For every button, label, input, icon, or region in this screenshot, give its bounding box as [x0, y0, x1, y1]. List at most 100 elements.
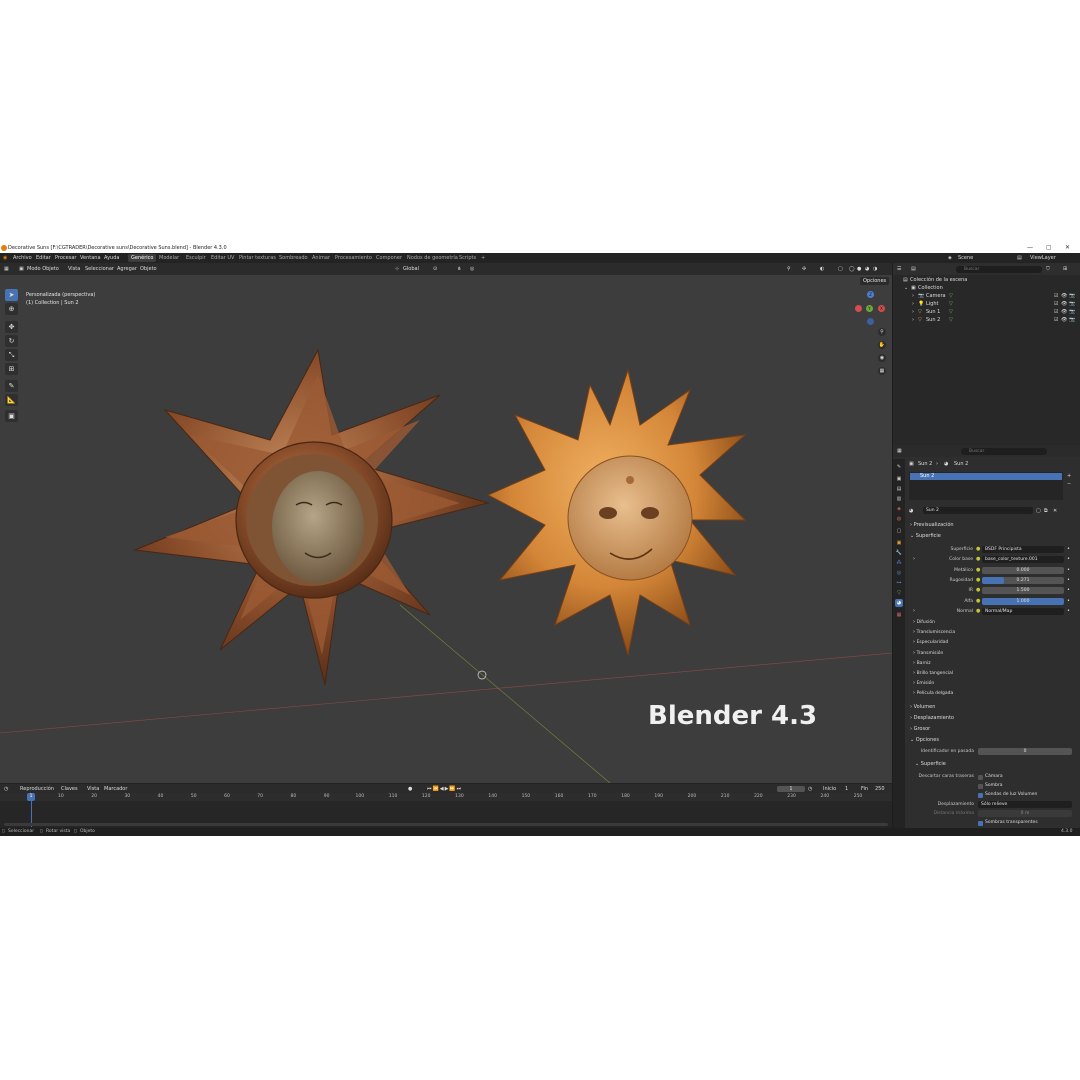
expand-object-icon[interactable]: › [912, 301, 914, 307]
menu-claves[interactable]: Claves [61, 786, 78, 792]
display-mode-icon[interactable]: ▤ [911, 266, 916, 272]
measure-tool-icon[interactable]: 📐 [5, 394, 18, 406]
workspace-tab-modelar[interactable]: Modelar [156, 254, 182, 262]
shading-wireframe-icon[interactable]: ◯ [849, 266, 855, 272]
playback-controls-icon[interactable]: ⏮⏪◀▶⏩⏭ [427, 786, 462, 792]
panel-options-surface[interactable]: ⌄ Superficie [915, 761, 1080, 767]
frame-ruler[interactable]: 1 10 20 30 40 50 60 70 80 90 100 110 120 130 140 150 160… [0, 793, 892, 801]
new-collection-icon[interactable]: ⊞ [1063, 266, 1067, 272]
expand-object-icon[interactable]: › [912, 317, 914, 323]
current-frame-marker[interactable]: 1 [27, 793, 35, 801]
keyframe-dot-icon[interactable]: • [1067, 608, 1070, 614]
exclude-checkbox-icon[interactable]: ☑ [1054, 293, 1058, 299]
workspace-tab-sombreado[interactable]: Sombreado [276, 254, 311, 262]
keyframe-dot-icon[interactable]: • [1067, 567, 1070, 573]
view-layer-name[interactable]: ViewLayer [1030, 255, 1056, 261]
bsdf-subpanel[interactable]: › Transmisión [913, 650, 1078, 656]
menu-editar[interactable]: Editar [36, 255, 51, 261]
property-field[interactable]: 0.271 [982, 576, 1064, 584]
bsdf-subpanel[interactable]: › Emisión [913, 680, 1078, 686]
cursor-tool-icon[interactable]: ⊕ [5, 303, 18, 315]
properties-editor-type-icon[interactable]: ▦ [897, 448, 902, 454]
option-checkbox[interactable] [978, 793, 983, 798]
menu-ayuda[interactable]: Ayuda [104, 255, 119, 261]
visibility-icon[interactable]: ⚲ [787, 266, 791, 272]
constraints-tab-icon[interactable]: ⊶ [895, 579, 903, 587]
start-frame-field[interactable]: 1 [845, 786, 848, 792]
render-tab-icon[interactable]: ▣ [895, 475, 903, 483]
collection-label[interactable]: Collection [918, 285, 943, 291]
blender-menu-icon[interactable]: ◉ [3, 255, 7, 261]
editor-type-icon[interactable]: ▦ [4, 266, 9, 272]
workspace-tab-scripts[interactable]: Scripts [456, 254, 479, 262]
panel-thickness[interactable]: › Grosor [910, 726, 1075, 732]
current-frame-field[interactable]: 1 [777, 786, 805, 792]
outliner-object-name[interactable]: Sun 1 [926, 309, 940, 315]
texture-tab-icon[interactable]: ▦ [895, 611, 903, 619]
outliner-object-name[interactable]: Sun 2 [926, 317, 940, 323]
socket-dot-icon[interactable]: ● [976, 587, 980, 593]
annotate-tool-icon[interactable]: ✎ [5, 380, 18, 392]
gizmo-z-icon[interactable]: Z [867, 291, 874, 298]
workspace-tab-componer[interactable]: Componer [373, 254, 405, 262]
object-tab-icon[interactable]: ▣ [895, 539, 903, 547]
outliner-editor-type-icon[interactable]: ☰ [897, 266, 901, 272]
remove-slot-icon[interactable]: − [1067, 481, 1071, 487]
physics-tab-icon[interactable]: ◎ [895, 569, 903, 577]
add-slot-icon[interactable]: + [1067, 473, 1071, 479]
menu-procesar[interactable]: Procesar [55, 255, 76, 261]
transform-orientation[interactable]: Global [403, 266, 419, 272]
workspace-tab-procesamiento[interactable]: Procesamiento [332, 254, 375, 262]
property-field[interactable]: 1.000 [982, 597, 1064, 605]
property-field[interactable]: BSDF Principista [982, 546, 1064, 553]
options-button[interactable]: Opciones [860, 277, 890, 285]
menu-seleccionar[interactable]: Seleccionar [85, 266, 114, 272]
menu-ventana[interactable]: Ventana [80, 255, 101, 261]
displacement-method-select[interactable]: Sólo relieve [978, 801, 1072, 808]
gizmo-z-neg-icon[interactable] [867, 318, 874, 325]
move-tool-icon[interactable]: ✥ [5, 321, 18, 333]
keyframe-dot-icon[interactable]: • [1067, 556, 1070, 562]
rotate-tool-icon[interactable]: ↻ [5, 335, 18, 347]
visibility-eye-icon[interactable]: 👁 [1061, 309, 1067, 315]
transparent-shadows-checkbox[interactable] [978, 821, 983, 826]
data-tab-icon[interactable]: ▽ [895, 589, 903, 597]
particles-tab-icon[interactable]: ⁂ [895, 559, 903, 567]
timeline-scrollbar[interactable] [4, 823, 888, 826]
camera-view-icon[interactable]: ◉ [878, 354, 886, 362]
fake-user-icon[interactable]: ▢ [1036, 508, 1041, 514]
shading-material-icon[interactable]: ◕ [865, 266, 869, 272]
properties-search-input[interactable]: Buscar [961, 448, 1047, 455]
bsdf-subpanel[interactable]: › Brillo tangencial [913, 670, 1078, 676]
gizmo-x-neg-icon[interactable] [855, 305, 862, 312]
property-field[interactable]: base_color_texture.001 [982, 556, 1064, 564]
socket-dot-icon[interactable]: ● [976, 556, 980, 562]
tool-tab-icon[interactable]: ✎ [895, 463, 903, 471]
workspace-tab-esculpir[interactable]: Esculpir [183, 254, 209, 262]
visibility-eye-icon[interactable]: 👁 [1061, 301, 1067, 307]
exclude-checkbox-icon[interactable]: ☑ [1054, 317, 1058, 323]
add-workspace-button[interactable]: + [478, 254, 488, 262]
expand-object-icon[interactable]: › [912, 293, 914, 299]
outliner-object-name[interactable]: Light [926, 301, 938, 307]
shading-solid-icon[interactable]: ● [857, 266, 861, 272]
workspace-tab-editar-uv[interactable]: Editar UV [208, 254, 237, 262]
timeline-track-area[interactable] [0, 801, 892, 827]
menu-vista-timeline[interactable]: Vista [87, 786, 99, 792]
bsdf-subpanel[interactable]: › Especularidad [913, 639, 1078, 645]
transform-tool-icon[interactable]: ⊞ [5, 363, 18, 375]
workspace-tab-generico[interactable]: Genérico [128, 254, 157, 262]
render-camera-icon[interactable]: 📷 [1069, 317, 1075, 323]
expand-input-icon[interactable]: › [913, 608, 915, 614]
keyframe-dot-icon[interactable]: • [1067, 587, 1070, 593]
panel-options[interactable]: ⌄ Opciones [910, 737, 1075, 743]
workspace-tab-pintar-texturas[interactable]: Pintar texturas [236, 254, 279, 262]
outliner-search-input[interactable]: Buscar [956, 266, 1042, 273]
expand-collection-icon[interactable]: ⌄ [904, 285, 908, 291]
bsdf-subpanel[interactable]: › Translumiscencia [913, 629, 1078, 635]
socket-dot-icon[interactable]: ● [976, 546, 980, 552]
scene-tab-icon[interactable]: ◈ [895, 505, 903, 513]
pan-hand-icon[interactable]: ✋ [878, 341, 886, 349]
property-field[interactable]: 1.500 [982, 587, 1064, 595]
unlink-material-icon[interactable]: ✕ [1053, 508, 1057, 514]
